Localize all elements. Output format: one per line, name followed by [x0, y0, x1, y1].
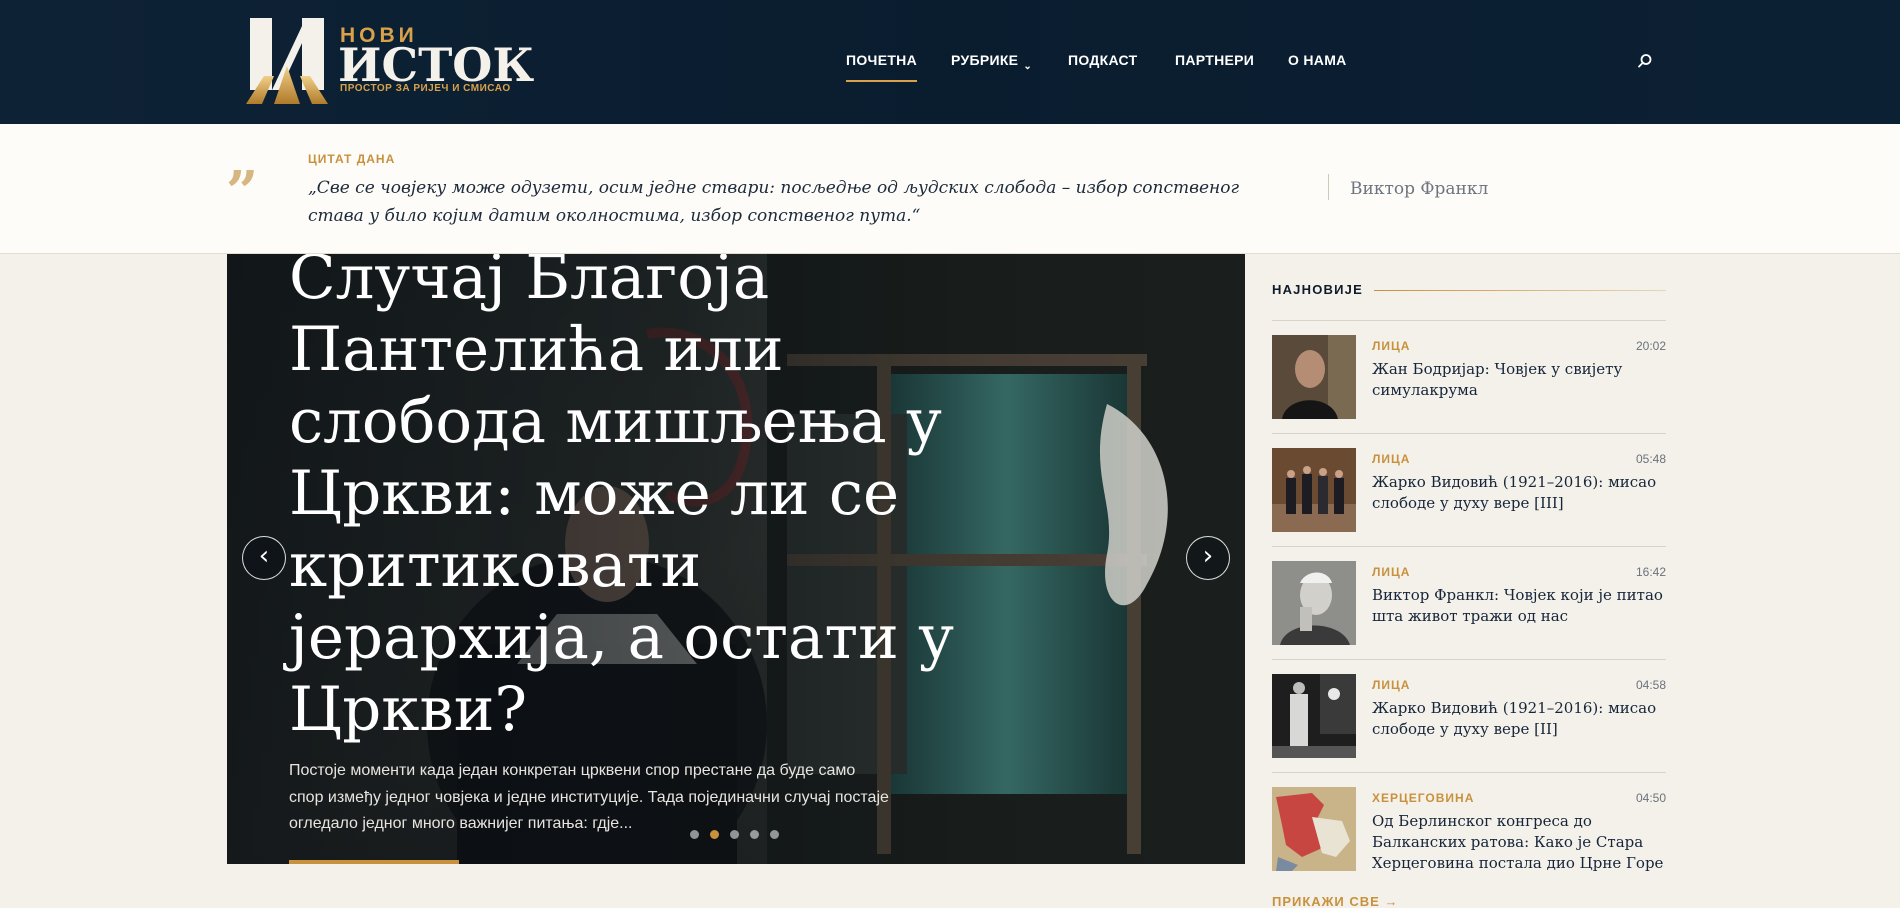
quote-divider	[1328, 174, 1329, 200]
nav-item-partners[interactable]: ПАРТНЕРИ	[1175, 52, 1254, 68]
news-category[interactable]: ЛИЦА	[1372, 678, 1410, 692]
slider-dot[interactable]	[770, 830, 779, 839]
nav-label: О НАМА	[1288, 52, 1347, 68]
news-thumbnail	[1272, 787, 1356, 871]
quote-mark-icon: ”	[226, 159, 259, 225]
quote-label: ЦИТАТ ДАНА	[308, 152, 396, 166]
search-icon[interactable]	[1636, 52, 1654, 70]
nav-label: ПАРТНЕРИ	[1175, 52, 1255, 68]
hero-title[interactable]: Случај Благоја Пантелића или слобода миш…	[289, 254, 1009, 746]
news-title[interactable]: Жарко Видовић (1921–2016): мисао слободе…	[1372, 698, 1666, 740]
hero-excerpt: Постоје моменти када један конкретан црк…	[289, 762, 889, 832]
news-item[interactable]: ХЕРЦЕГОВИНА 04:50 Од Берлинског конгреса…	[1272, 773, 1666, 886]
news-title[interactable]: Виктор Франкл: Човјек који је питао шта …	[1372, 585, 1666, 627]
slider-prev-button[interactable]: ‹	[242, 536, 286, 580]
news-thumbnail	[1272, 335, 1356, 419]
news-time: 20:02	[1635, 339, 1666, 353]
chevron-right-icon: ›	[1202, 541, 1214, 571]
news-item[interactable]: ЛИЦА 04:58 Жарко Видовић (1921–2016): ми…	[1272, 660, 1666, 773]
slider-next-button[interactable]: ›	[1186, 536, 1230, 580]
news-title[interactable]: Од Берлинског конгреса до Балканских рат…	[1372, 811, 1666, 874]
nav-item-podcast[interactable]: ПОДКАСТ	[1068, 52, 1137, 68]
nav-item-about[interactable]: О НАМА	[1288, 52, 1347, 68]
nav-label: ПОЧЕТНА	[846, 52, 917, 68]
quote-of-the-day: ” ЦИТАТ ДАНА „Све се човјеку може одузет…	[0, 124, 1900, 254]
news-time: 04:50	[1635, 791, 1666, 805]
news-item[interactable]: ЛИЦА 16:42 Виктор Франкл: Човјек који је…	[1272, 547, 1666, 660]
show-all-link[interactable]: ПРИКАЖИ СВЕ →	[1272, 894, 1398, 908]
news-thumbnail	[1272, 448, 1356, 532]
logo-tagline: ПРОСТОР ЗА РИЈЕЧ И СМИСАО	[340, 83, 511, 94]
news-thumbnail	[1272, 674, 1356, 758]
news-category[interactable]: ЛИЦА	[1372, 452, 1410, 466]
chevron-down-icon: ⌄	[1023, 61, 1032, 72]
news-title[interactable]: Жан Бодријар: Човјек у свијету симулакру…	[1372, 359, 1666, 401]
news-item[interactable]: ЛИЦА 05:48 Жарко Видовић (1921–2016): ми…	[1272, 434, 1666, 547]
sidebar-heading: НАЈНОВИЈЕ	[1272, 282, 1363, 297]
news-time: 16:42	[1635, 565, 1666, 579]
site-logo[interactable]: НОВИ ИСТОК ПРОСТОР ЗА РИЈЕЧ И СМИСАО	[244, 16, 534, 106]
quote-text: „Све се човјеку може одузети, осим једне…	[308, 178, 1240, 226]
logo-mark-icon	[246, 18, 328, 104]
news-item[interactable]: ЛИЦА 20:02 Жан Бодријар: Човјек у свијет…	[1272, 321, 1666, 434]
slider-dot[interactable]	[710, 830, 719, 839]
news-category[interactable]: ХЕРЦЕГОВИНА	[1372, 791, 1474, 805]
news-time: 05:48	[1635, 452, 1666, 466]
slider-dot[interactable]	[690, 830, 699, 839]
news-thumbnail	[1272, 561, 1356, 645]
hero-read-more-bar[interactable]	[289, 860, 459, 864]
news-category[interactable]: ЛИЦА	[1372, 339, 1410, 353]
quote-author[interactable]: Виктор Франкл	[1350, 179, 1488, 199]
nav-item-home[interactable]: ПОЧЕТНА	[846, 52, 917, 82]
nav-label: ПОДКАСТ	[1068, 52, 1138, 68]
chevron-left-icon: ‹	[258, 541, 270, 571]
hero-slider[interactable]: Случај Благоја Пантелића или слобода миш…	[227, 254, 1245, 864]
nav-item-sections[interactable]: РУБРИКЕ ⌄	[951, 52, 1032, 72]
slider-dot[interactable]	[750, 830, 759, 839]
nav-label: РУБРИКЕ	[951, 52, 1019, 68]
sidebar-heading-line	[1374, 290, 1666, 291]
slider-dot[interactable]	[730, 830, 739, 839]
news-category[interactable]: ЛИЦА	[1372, 565, 1410, 579]
news-time: 04:58	[1635, 678, 1666, 692]
news-title[interactable]: Жарко Видовић (1921–2016): мисао слободе…	[1372, 472, 1666, 514]
site-header: НОВИ ИСТОК ПРОСТОР ЗА РИЈЕЧ И СМИСАО ПОЧ…	[0, 0, 1900, 124]
